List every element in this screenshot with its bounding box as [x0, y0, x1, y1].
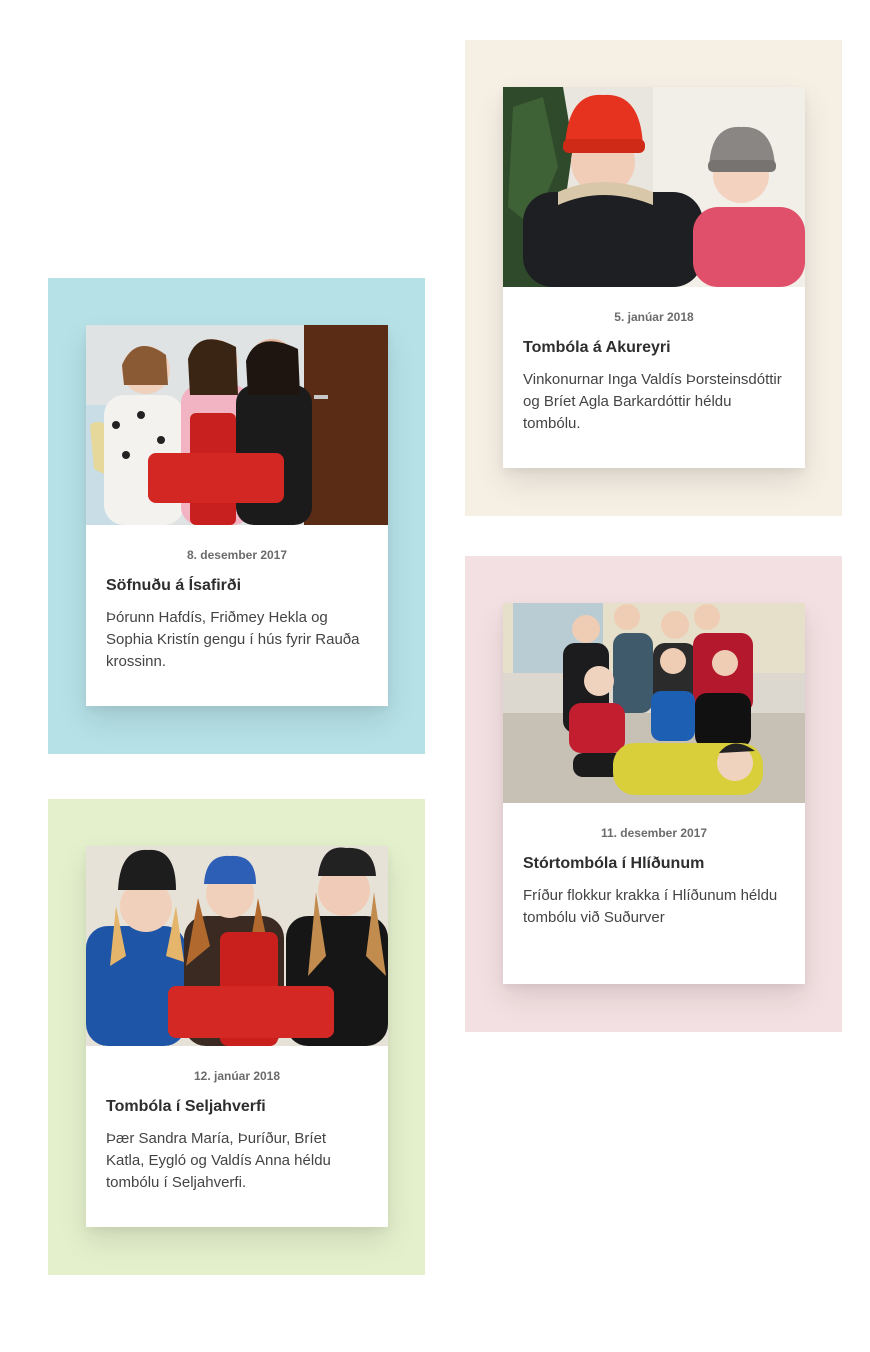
post-title[interactable]: Tombóla í Seljahverfi	[106, 1098, 368, 1116]
post-photo[interactable]	[503, 603, 805, 803]
post-date: 12. janúar 2018	[193, 1069, 281, 1083]
post-excerpt: Þórunn Hafdís, Friðmey Hekla og Sophia K…	[106, 609, 360, 670]
post-card[interactable]: 8. desember 2017 Söfnuðu á Ísafirði Þóru…	[86, 325, 388, 706]
post-photo[interactable]	[86, 325, 388, 525]
post-photo[interactable]	[86, 846, 388, 1046]
post-excerpt: Fríður flokkur krakka í Hlíðunum héldu t…	[523, 887, 778, 926]
post-title[interactable]: Söfnuðu á Ísafirði	[106, 577, 368, 595]
post-tile-akureyri: 5. janúar 2018 Tombóla á Akureyri Vinkon…	[465, 40, 842, 516]
post-card[interactable]: 11. desember 2017 Stórtombóla í Hlíðunum…	[503, 603, 805, 984]
post-photo[interactable]	[503, 87, 805, 287]
post-date: 8. desember 2017	[186, 548, 288, 562]
post-tile-seljahverfi: 12. janúar 2018 Tombóla í Seljahverfi Þæ…	[48, 799, 425, 1275]
post-tile-hlidunum: 11. desember 2017 Stórtombóla í Hlíðunum…	[465, 556, 842, 1032]
post-title[interactable]: Tombóla á Akureyri	[523, 339, 785, 357]
post-excerpt: Þær Sandra María, Þuríður, Bríet Katla, …	[106, 1130, 331, 1191]
post-excerpt: Vinkonurnar Inga Valdís Þorsteinsdóttir …	[523, 371, 782, 432]
post-date: 11. desember 2017	[600, 826, 708, 840]
post-title[interactable]: Stórtombóla í Hlíðunum	[523, 855, 785, 873]
post-card[interactable]: 5. janúar 2018 Tombóla á Akureyri Vinkon…	[503, 87, 805, 468]
post-tile-isafirdi: 8. desember 2017 Söfnuðu á Ísafirði Þóru…	[48, 278, 425, 754]
post-date: 5. janúar 2018	[614, 310, 694, 324]
post-card[interactable]: 12. janúar 2018 Tombóla í Seljahverfi Þæ…	[86, 846, 388, 1227]
